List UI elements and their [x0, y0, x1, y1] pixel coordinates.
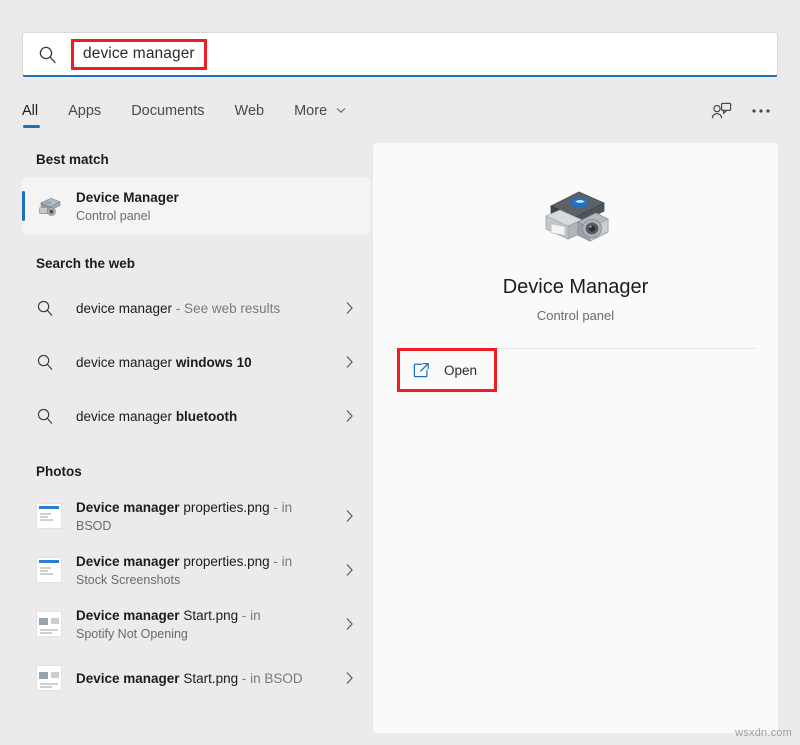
chevron-right-icon[interactable]: [338, 355, 360, 369]
tab-web[interactable]: Web: [235, 103, 265, 128]
photo-result-1-text: Device manager properties.png - in Stock…: [70, 553, 338, 588]
chevron-down-icon: [336, 102, 346, 118]
tab-documents-label: Documents: [131, 103, 204, 119]
photo-result-2-title: Device manager Start.png - in: [76, 607, 338, 624]
open-button-highlight: Open: [397, 348, 497, 392]
web-result-1-text: device manager windows 10: [70, 354, 338, 371]
photo-result-1-name: properties.png: [183, 554, 269, 569]
web-result-2[interactable]: device manager bluetooth: [22, 389, 370, 443]
web-result-0-hint: - See web results: [172, 301, 280, 316]
preview-pane: Device Manager Control panel Open: [373, 143, 778, 733]
chevron-right-icon[interactable]: [338, 671, 360, 685]
web-result-0-query: device manager: [76, 301, 172, 316]
search-input[interactable]: device manager: [83, 45, 195, 63]
web-result-1-query: device manager: [76, 355, 176, 370]
photo-result-3[interactable]: Device manager Start.png - in BSOD: [22, 651, 370, 705]
feedback-icon[interactable]: [704, 100, 738, 130]
photo-result-3-text: Device manager Start.png - in BSOD: [70, 670, 338, 687]
photo-thumbnail: [36, 557, 70, 583]
photo-result-1[interactable]: Device manager properties.png - in Stock…: [22, 543, 370, 597]
search-icon: [36, 353, 70, 371]
photo-result-3-match: Device manager: [76, 671, 183, 686]
web-result-2-text: device manager bluetooth: [70, 408, 338, 425]
search-icon: [36, 407, 70, 425]
photo-result-0-name: properties.png: [183, 500, 269, 515]
search-input-highlight: device manager: [71, 39, 207, 70]
web-result-2-title: device manager bluetooth: [76, 408, 338, 425]
section-header-best-match: Best match: [22, 143, 370, 177]
photo-result-2-name: Start.png: [183, 608, 238, 623]
device-manager-icon-large: [534, 180, 618, 252]
tab-web-label: Web: [235, 103, 265, 119]
open-button[interactable]: Open: [400, 351, 494, 389]
best-match-title: Device Manager: [76, 189, 360, 206]
external-link-icon: [411, 362, 431, 379]
photo-result-0[interactable]: Device manager properties.png - in BSOD: [22, 489, 370, 543]
section-header-search-the-web: Search the web: [22, 247, 370, 281]
preview-title: Device Manager: [373, 274, 778, 300]
photo-result-1-in: - in: [270, 554, 293, 569]
web-result-1-suffix: windows 10: [176, 355, 252, 370]
tab-all[interactable]: All: [22, 103, 38, 128]
web-result-1[interactable]: device manager windows 10: [22, 335, 370, 389]
photo-result-0-title: Device manager properties.png - in: [76, 499, 338, 516]
search-icon: [23, 45, 71, 64]
section-header-photos: Photos: [22, 455, 370, 489]
best-match-result-device-manager[interactable]: Device Manager Control panel: [22, 177, 370, 235]
photo-result-0-in: - in: [270, 500, 293, 515]
tab-apps[interactable]: Apps: [68, 103, 101, 128]
photo-result-3-title: Device manager Start.png - in BSOD: [76, 670, 338, 687]
web-result-1-title: device manager windows 10: [76, 354, 338, 371]
search-results-pane: Best match Device Manager Control panel …: [22, 143, 370, 733]
tab-documents[interactable]: Documents: [131, 103, 204, 128]
search-filter-tabs: All Apps Documents Web More: [22, 96, 778, 134]
chevron-right-icon[interactable]: [338, 509, 360, 523]
photo-result-3-name: Start.png: [183, 671, 238, 686]
photo-result-0-text: Device manager properties.png - in BSOD: [70, 499, 338, 534]
photo-result-2-folder: Spotify Not Opening: [76, 626, 338, 642]
more-options-icon[interactable]: [744, 100, 778, 130]
device-manager-icon: [36, 194, 70, 219]
photo-result-0-folder: BSOD: [76, 518, 338, 534]
web-result-2-query: device manager: [76, 409, 176, 424]
preview-hero: Device Manager Control panel: [373, 143, 778, 324]
open-button-label: Open: [444, 363, 477, 378]
chevron-right-icon[interactable]: [338, 301, 360, 315]
preview-subtitle: Control panel: [373, 307, 778, 324]
photo-thumbnail: [36, 503, 70, 529]
photo-result-2-text: Device manager Start.png - in Spotify No…: [70, 607, 338, 642]
photo-thumbnail-dark: [36, 665, 70, 691]
web-result-0[interactable]: device manager - See web results: [22, 281, 370, 335]
web-result-2-suffix: bluetooth: [176, 409, 237, 424]
photo-result-1-title: Device manager properties.png - in: [76, 553, 338, 570]
chevron-right-icon[interactable]: [338, 409, 360, 423]
chevron-right-icon[interactable]: [338, 563, 360, 577]
photo-result-2-match: Device manager: [76, 608, 183, 623]
tab-apps-label: Apps: [68, 103, 101, 119]
tab-more[interactable]: More: [294, 102, 346, 128]
photo-result-3-in: - in BSOD: [238, 671, 303, 686]
photo-thumbnail-dark: [36, 611, 70, 637]
web-result-0-text: device manager - See web results: [70, 300, 338, 317]
tab-more-label: More: [294, 103, 327, 119]
watermark: wsxdn.com: [735, 727, 792, 739]
best-match-text: Device Manager Control panel: [70, 189, 360, 224]
chevron-right-icon[interactable]: [338, 617, 360, 631]
search-icon: [36, 299, 70, 317]
photo-result-2[interactable]: Device manager Start.png - in Spotify No…: [22, 597, 370, 651]
photo-result-1-match: Device manager: [76, 554, 183, 569]
tab-all-label: All: [22, 103, 38, 119]
search-bar[interactable]: device manager: [22, 32, 778, 77]
photo-result-2-in: - in: [238, 608, 261, 623]
photo-result-1-folder: Stock Screenshots: [76, 572, 338, 588]
photo-result-0-match: Device manager: [76, 500, 183, 515]
web-result-0-title: device manager - See web results: [76, 300, 338, 317]
best-match-subtitle: Control panel: [76, 208, 360, 224]
